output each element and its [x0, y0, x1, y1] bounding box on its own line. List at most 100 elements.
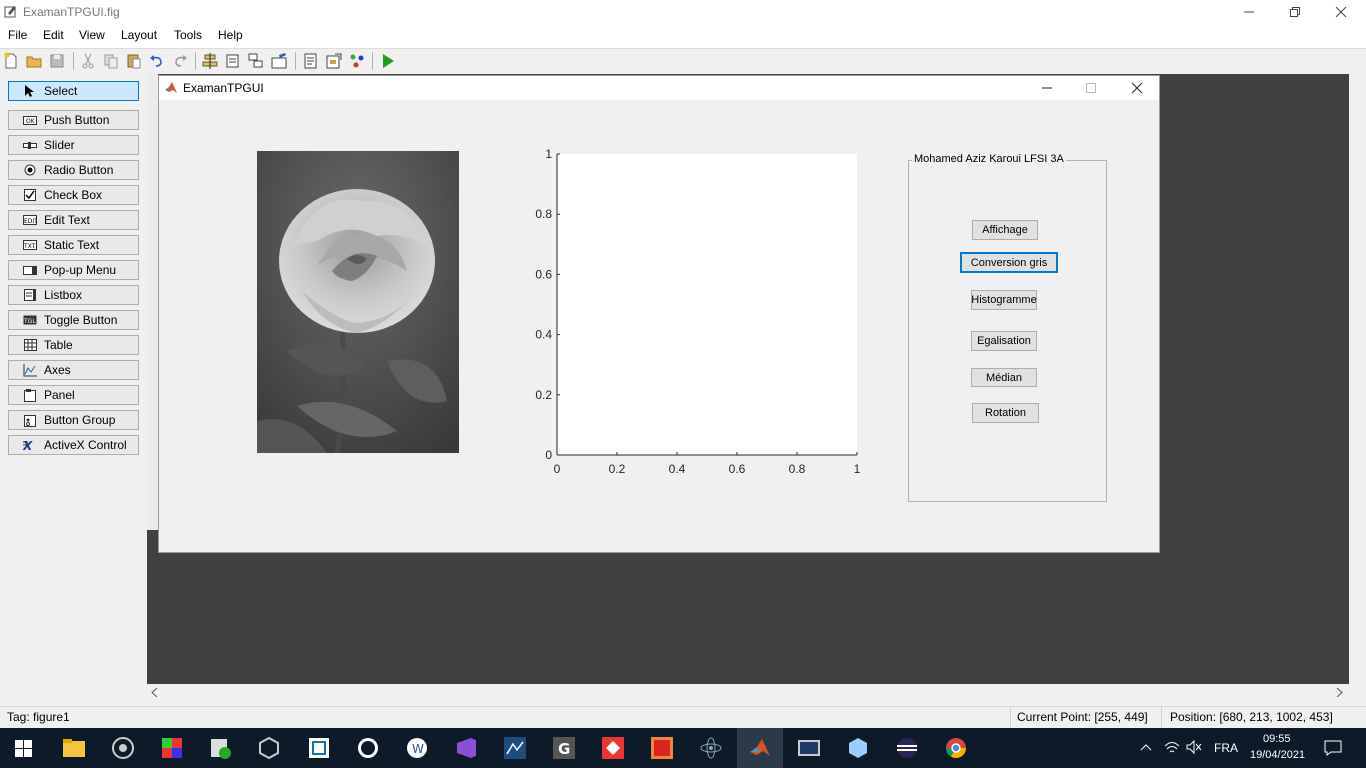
colorful-app-icon[interactable] [160, 736, 184, 760]
edit-text-icon: EDIT [23, 214, 37, 226]
paste-icon[interactable] [125, 52, 143, 70]
palette-item-axes[interactable]: Axes [8, 360, 139, 380]
cut-icon[interactable] [79, 52, 97, 70]
input-language[interactable]: FRA [1214, 741, 1238, 755]
redo-icon[interactable] [171, 52, 189, 70]
figure-close-icon[interactable] [1131, 82, 1143, 94]
layout-area-edge [147, 74, 158, 530]
sql-icon[interactable] [797, 736, 821, 760]
matlab-icon [165, 82, 177, 93]
listbox-icon [23, 289, 37, 301]
palette-item-table[interactable]: Table [8, 335, 139, 355]
g-app-icon[interactable]: G [552, 736, 576, 760]
anydesk-icon[interactable] [601, 736, 625, 760]
menu-edit[interactable]: Edit [43, 28, 64, 42]
word-app-icon[interactable]: W [405, 736, 429, 760]
clock-time[interactable]: 09:55 [1263, 733, 1291, 745]
open-folder-icon[interactable] [25, 52, 43, 70]
x-tick-label: 0.6 [729, 462, 746, 476]
eclipse-icon[interactable] [895, 736, 919, 760]
menu-layout[interactable]: Layout [121, 28, 157, 42]
undo-icon[interactable] [148, 52, 166, 70]
histogramme-button[interactable]: Histogramme [971, 290, 1037, 310]
notion-icon[interactable] [307, 736, 331, 760]
new-file-icon[interactable] [2, 52, 20, 70]
restore-icon [1290, 7, 1300, 17]
rotation-button[interactable]: Rotation [972, 403, 1039, 423]
menu-help[interactable]: Help [218, 28, 243, 42]
close-button[interactable] [1318, 0, 1364, 24]
axes[interactable]: 0 0.2 0.4 0.6 0.8 1 0 0.2 0.4 0.6 0.8 1 [519, 138, 869, 483]
vertical-scrollbar[interactable] [1349, 74, 1366, 751]
palette-item-select[interactable]: Select [8, 81, 139, 101]
menu-file[interactable]: File [8, 28, 27, 42]
menu-tools[interactable]: Tools [174, 28, 202, 42]
status-bar: Tag: figure1 Current Point: [255, 449] P… [0, 706, 1366, 729]
minimize-button[interactable] [1226, 0, 1272, 24]
media-app-icon[interactable] [208, 736, 232, 760]
scroll-left-icon[interactable] [151, 688, 159, 697]
wifi-icon[interactable] [1164, 740, 1180, 754]
windows-start-icon[interactable] [15, 740, 32, 757]
palette-item-check-box[interactable]: Check Box [8, 185, 139, 205]
palette-item-panel[interactable]: Panel [8, 385, 139, 405]
matlab-taskbar-icon[interactable] [503, 736, 527, 760]
box-app-icon[interactable] [846, 736, 870, 760]
whatsapp-icon[interactable] [356, 736, 380, 760]
restore-button[interactable] [1272, 0, 1318, 24]
slider-icon [23, 139, 37, 151]
figure-minimize-icon[interactable] [1042, 83, 1052, 93]
notifications-icon[interactable] [1324, 740, 1342, 756]
palette-item-label: Panel [44, 388, 75, 402]
menu-view[interactable]: View [79, 28, 105, 42]
conversion-gris-button[interactable]: Conversion gris [960, 252, 1058, 273]
check-box-icon [23, 189, 37, 201]
menu-editor-icon[interactable] [224, 52, 242, 70]
palette-item-label: Axes [44, 363, 71, 377]
visual-studio-icon[interactable] [454, 736, 478, 760]
figure-window: ExamanTPGUI 0 0.2 0.4 0.6 0.8 1 0 0.2 0.4 0.6 0.8 1 [158, 75, 1160, 553]
property-inspector-icon[interactable] [325, 52, 343, 70]
matlab-active-icon[interactable] [748, 736, 772, 760]
run-figure-icon[interactable] [379, 52, 397, 70]
clock-date[interactable]: 19/04/2021 [1250, 749, 1305, 761]
toolbar-editor-icon[interactable] [270, 52, 288, 70]
volume-muted-icon[interactable] [1186, 740, 1202, 754]
tab-order-editor-icon[interactable] [247, 52, 265, 70]
editor-icon[interactable] [302, 52, 320, 70]
static-text-icon: TXT [23, 239, 37, 251]
palette-item-listbox[interactable]: Listbox [8, 285, 139, 305]
push-button-icon: OK [23, 114, 37, 126]
palette-item-pop-up-menu[interactable]: Pop-up Menu [8, 260, 139, 280]
save-icon[interactable] [48, 52, 66, 70]
copy-icon[interactable] [102, 52, 120, 70]
intellij-icon[interactable] [650, 736, 674, 760]
palette-item-slider[interactable]: Slider [8, 135, 139, 155]
median-button[interactable]: Médian [971, 368, 1037, 387]
scroll-right-icon[interactable] [1335, 688, 1343, 697]
obs-icon[interactable] [111, 736, 135, 760]
egalisation-button[interactable]: Egalisation [971, 331, 1037, 351]
virtualbox-icon[interactable] [257, 736, 281, 760]
figure-maximize-icon[interactable] [1086, 83, 1096, 93]
figure-title-bar: ExamanTPGUI [159, 76, 1159, 100]
object-browser-icon[interactable] [348, 52, 366, 70]
align-objects-icon[interactable] [201, 52, 219, 70]
atom-icon[interactable] [699, 736, 723, 760]
palette-item-toggle-button[interactable]: TGL Toggle Button [8, 310, 139, 330]
horizontal-scrollbar[interactable] [147, 684, 1366, 701]
palette-item-label: Button Group [44, 413, 116, 427]
palette-item-label: Check Box [44, 188, 103, 202]
palette-item-radio-button[interactable]: Radio Button [8, 160, 139, 180]
palette-item-activex-control[interactable]: X ActiveX Control [8, 435, 139, 455]
affichage-button[interactable]: Affichage [972, 220, 1038, 240]
palette-item-button-group[interactable]: Button Group [8, 410, 139, 430]
chrome-icon[interactable] [944, 736, 968, 760]
palette-item-edit-text[interactable]: EDIT Edit Text [8, 210, 139, 230]
palette-item-static-text[interactable]: TXT Static Text [8, 235, 139, 255]
palette-item-push-button[interactable]: OK Push Button [8, 110, 139, 130]
file-explorer-icon[interactable] [62, 736, 86, 760]
chevron-up-icon[interactable] [1140, 743, 1152, 751]
x-tick-label: 0.2 [609, 462, 626, 476]
windows-taskbar: W G FRA 09:55 19/04/2021 [0, 728, 1366, 768]
